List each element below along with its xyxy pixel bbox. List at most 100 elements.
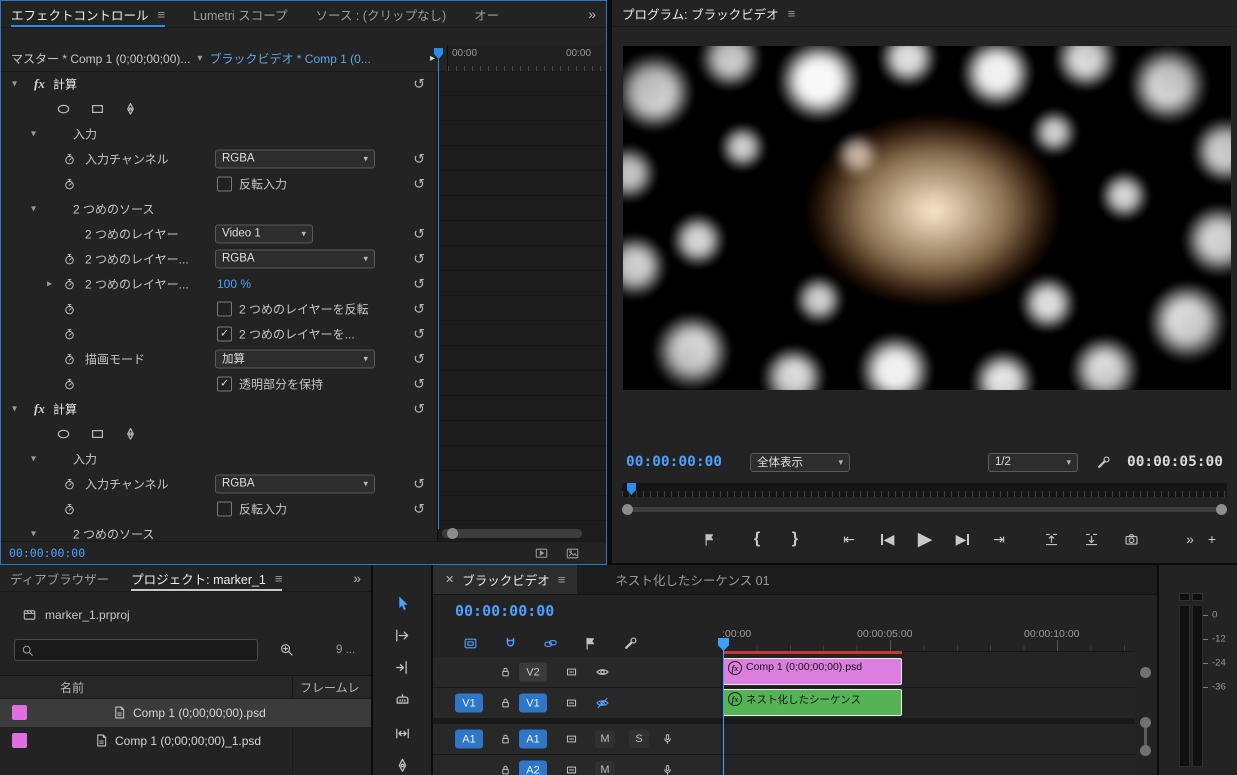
panel-menu-icon[interactable]: ≡ — [275, 571, 283, 586]
voiceover-mic-icon[interactable] — [661, 764, 674, 775]
scroll-knob[interactable] — [1140, 745, 1151, 756]
track-output-eye-slash-icon[interactable] — [595, 696, 610, 711]
lock-icon[interactable] — [499, 697, 512, 710]
reset-icon[interactable]: ↺ — [413, 150, 425, 167]
panel-menu-icon[interactable]: ≡ — [558, 572, 566, 587]
rectangle-mask-icon[interactable] — [90, 426, 105, 441]
stopwatch-icon[interactable] — [63, 377, 76, 390]
label-color-chip[interactable] — [12, 733, 27, 748]
tab-lumetri-scopes[interactable]: Lumetri スコープ — [193, 1, 287, 27]
opacity-value[interactable]: 100 % — [217, 277, 251, 291]
snapshot-icon[interactable] — [565, 546, 580, 561]
input-channel-dropdown[interactable]: RGBA ▾ — [215, 149, 375, 168]
clip-comp1-psd[interactable]: fx Comp 1 (0;00;00;00).psd — [723, 658, 902, 685]
sync-lock-icon[interactable] — [565, 733, 578, 746]
second-layer-dropdown[interactable]: Video 1 ▾ — [215, 224, 313, 243]
effect-timeline-zoom-scrollbar[interactable] — [442, 528, 582, 539]
invert-second-layer-checkbox[interactable] — [217, 301, 232, 316]
meter-bars[interactable] — [1179, 605, 1203, 767]
add-marker-button[interactable] — [698, 527, 720, 551]
program-scrub-bar[interactable] — [622, 483, 1227, 497]
reset-icon[interactable]: ↺ — [413, 300, 425, 317]
voiceover-mic-icon[interactable] — [661, 733, 674, 746]
track-lane-v1[interactable]: fx ネスト化したシーケンス — [720, 688, 1135, 719]
track-lane-v2[interactable]: fx Comp 1 (0;00;00;00).psd — [720, 657, 1135, 688]
lock-icon[interactable] — [499, 764, 512, 775]
slip-tool-button[interactable] — [390, 721, 414, 745]
step-back-button[interactable]: ◀ — [876, 527, 898, 551]
column-framerate-header[interactable]: フレームレ — [300, 679, 360, 696]
effect-timeline-ruler[interactable]: 00:00 00:00 — [447, 45, 606, 71]
effect-controls-timecode[interactable]: 00:00:00:00 — [1, 546, 85, 560]
stopwatch-icon[interactable] — [63, 177, 76, 190]
lock-icon[interactable] — [499, 666, 512, 679]
track-select-forward-tool-button[interactable] — [390, 623, 414, 647]
zoom-handle-right[interactable] — [1216, 504, 1227, 515]
tab-program-monitor[interactable]: プログラム: ブラックビデオ ≡ — [622, 0, 795, 26]
sync-lock-icon[interactable] — [565, 666, 578, 679]
project-item-row[interactable]: Comp 1 (0;00;00;00).psd — [0, 699, 371, 727]
track-output-eye-icon[interactable] — [595, 665, 610, 680]
zoom-handle[interactable] — [447, 528, 458, 539]
column-name-header[interactable]: 名前 — [60, 679, 84, 696]
input-channel-dropdown[interactable]: RGBA ▾ — [215, 474, 375, 493]
sync-lock-icon[interactable] — [565, 697, 578, 710]
track-lane-a1[interactable] — [720, 724, 1135, 755]
selection-tool-button[interactable] — [390, 591, 414, 615]
stopwatch-icon[interactable] — [63, 352, 76, 365]
stopwatch-icon[interactable] — [63, 252, 76, 265]
stopwatch-icon[interactable] — [63, 477, 76, 490]
play-clip-icon[interactable] — [534, 546, 549, 561]
scroll-knob[interactable] — [1140, 667, 1151, 678]
new-search-bin-icon[interactable] — [279, 642, 294, 657]
playback-resolution-dropdown[interactable]: 1/2 ▾ — [987, 452, 1078, 472]
panel-menu-icon[interactable]: ≡ — [788, 6, 796, 21]
track-badge-v2[interactable]: V2 — [519, 662, 547, 682]
pen-mask-icon[interactable] — [123, 101, 138, 116]
step-forward-button[interactable]: ▶ — [952, 527, 974, 551]
clip-label[interactable]: ブラックビデオ * Comp 1 (0... — [209, 50, 370, 67]
tab-media-browser[interactable]: ディアブラウザー — [10, 565, 109, 591]
reset-icon[interactable]: ↺ — [413, 175, 425, 192]
effect-name[interactable]: 計算 — [53, 400, 77, 417]
search-input[interactable] — [40, 642, 251, 658]
stopwatch-icon[interactable] — [63, 277, 76, 290]
blend-mode-dropdown[interactable]: 加算 ▾ — [215, 349, 375, 368]
chevron-down-icon[interactable]: ▾ — [31, 203, 36, 214]
invert-input-checkbox[interactable] — [217, 501, 232, 516]
solo-button[interactable]: S — [629, 730, 649, 748]
tab-sequence-black-video[interactable]: ✕ ブラックビデオ ≡ — [433, 565, 578, 594]
ellipse-mask-icon[interactable] — [56, 426, 71, 441]
label-color-chip[interactable] — [12, 705, 27, 720]
reset-icon[interactable]: ↺ — [413, 250, 425, 267]
tab-effect-controls[interactable]: エフェクトコントロール ≡ — [11, 1, 165, 27]
zoom-level-dropdown[interactable]: 全体表示 ▾ — [750, 452, 851, 472]
lock-icon[interactable] — [499, 733, 512, 746]
reset-icon[interactable]: ↺ — [413, 500, 425, 517]
mute-button[interactable]: M — [595, 761, 615, 775]
preserve-transparency-checkbox[interactable]: ✓ — [217, 376, 232, 391]
chevron-down-icon[interactable]: ▾ — [31, 128, 36, 139]
stopwatch-icon[interactable] — [63, 302, 76, 315]
track-badge-a1[interactable]: A1 — [519, 729, 547, 749]
project-item-row[interactable]: Comp 1 (0;00;00;00)_1.psd — [0, 727, 371, 755]
reset-icon[interactable]: ↺ — [413, 375, 425, 392]
reset-icon[interactable]: ↺ — [413, 400, 425, 417]
go-to-in-button[interactable]: ⇤ — [838, 527, 860, 551]
invert-input-checkbox[interactable] — [217, 176, 232, 191]
export-frame-button[interactable] — [1120, 527, 1142, 551]
play-button[interactable]: ▶ — [914, 527, 936, 551]
lift-button[interactable] — [1040, 527, 1062, 551]
program-zoom-scrollbar[interactable] — [622, 504, 1227, 515]
settings-wrench-icon[interactable] — [1096, 455, 1111, 470]
chevron-down-icon[interactable]: ▾ — [197, 53, 202, 64]
pen-mask-icon[interactable] — [123, 426, 138, 441]
snap-magnet-icon[interactable] — [503, 636, 518, 651]
chevron-down-icon[interactable]: ▾ — [12, 78, 17, 89]
button-editor-button[interactable]: + — [1201, 527, 1223, 551]
fx-toggle-icon[interactable]: fx — [34, 76, 45, 92]
timeline-ruler[interactable]: :00:00 00:00:05:00 00:00:10:00 — [720, 623, 1135, 652]
panel-menu-icon[interactable]: ≡ — [158, 7, 166, 22]
tab-audio-truncated[interactable]: オー — [474, 1, 499, 27]
clip-nested-sequence[interactable]: fx ネスト化したシーケンス — [723, 689, 902, 716]
